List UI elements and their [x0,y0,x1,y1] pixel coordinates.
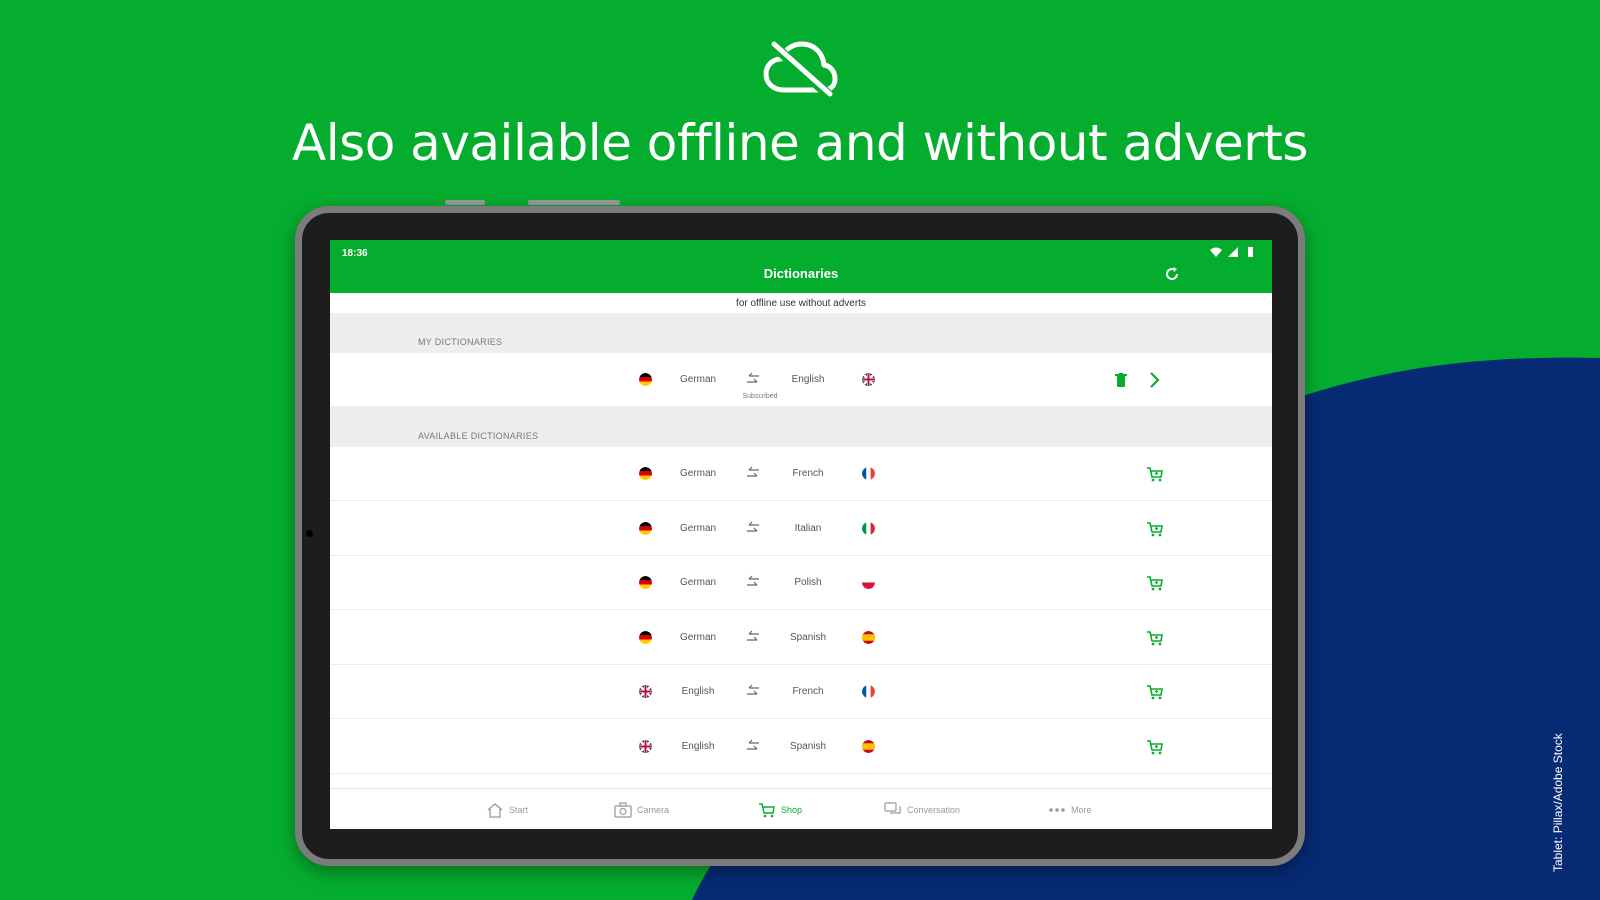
language-from: German [679,374,717,385]
flag-germany-icon [639,630,652,644]
tablet-camera [306,530,313,537]
swap-icon [747,521,759,532]
chevron-right-icon[interactable] [1146,371,1162,389]
language-from: English [681,740,715,752]
flag-france-icon [862,467,875,480]
language-to: Polish [794,577,822,588]
tablet-power-button [528,200,620,205]
flag-germany-icon [639,467,652,480]
my-dictionary-row[interactable]: German English Subscribed [330,353,1272,407]
available-dictionary-row[interactable]: English Spanish [330,720,1272,774]
swap-icon [747,630,759,641]
more-icon [1049,808,1065,812]
cloud-off-icon [763,40,838,100]
refresh-icon[interactable] [1164,266,1180,282]
flag-germany-icon [639,576,652,589]
cart-icon[interactable] [1146,465,1164,483]
flag-germany-icon [639,373,652,386]
nav-camera-label: Camera [637,805,670,815]
available-dictionary-row[interactable]: German Polish [330,556,1272,610]
nav-conversation-label: Conversation [907,805,961,815]
flag-poland-icon [862,576,875,589]
swap-icon [747,739,759,750]
flag-uk-icon [862,373,875,386]
status-icons [1210,247,1253,257]
available-dictionary-row[interactable]: English French [330,665,1272,719]
camera-icon [614,802,632,818]
flag-spain-icon [862,630,875,644]
flag-france-icon [862,685,875,698]
section-header-available-dictionaries: AVAILABLE DICTIONARIES [330,407,1272,447]
cart-icon[interactable] [1146,738,1164,756]
tablet-volume-button [445,200,485,205]
trash-icon[interactable] [1115,373,1127,387]
flag-italy-icon [862,521,875,535]
nav-conversation[interactable]: Conversation [884,801,960,819]
flag-uk-icon [639,685,652,698]
flag-germany-icon [639,521,652,535]
language-from: German [679,522,717,534]
flag-spain-icon [862,739,875,753]
nav-start-label: Start [509,805,529,815]
language-to: English [791,374,825,385]
available-dictionary-row[interactable]: German Spanish [330,611,1272,665]
subscription-note: Subscribed [742,393,778,400]
swap-icon [747,575,759,586]
language-from: German [679,577,717,588]
nav-more-label: More [1071,805,1092,815]
app-bar: 18:36 Dictionaries [330,240,1272,293]
nav-shop-label: Shop [781,805,803,815]
app-subtitle: for offline use without adverts [736,298,866,309]
language-from: German [679,631,717,643]
image-credit: Tablet: Pillax/Adobe Stock [1551,733,1565,872]
promo-headline: Also available offline and without adver… [292,114,1308,172]
nav-more[interactable]: More [1048,801,1092,819]
section-header-my-dictionaries: MY DICTIONARIES [330,313,1272,353]
language-to: French [792,686,824,697]
app-screen: 18:36 Dictionaries for offline use witho… [330,240,1272,829]
language-to: Italian [794,522,822,534]
language-from: English [681,686,715,697]
app-title: Dictionaries [763,266,839,281]
available-dictionary-row[interactable]: German Italian [330,502,1272,556]
cart-icon[interactable] [1146,683,1164,701]
status-time: 18:36 [342,248,368,259]
swap-icon [747,372,759,383]
nav-camera[interactable]: Camera [614,801,669,819]
language-to: Spanish [789,631,827,643]
cart-icon[interactable] [1146,520,1164,538]
language-to: Spanish [789,740,827,752]
cart-icon[interactable] [1146,629,1164,647]
bottom-navigation: Start Camera Shop Conversation More [330,788,1272,829]
nav-shop[interactable]: Shop [758,801,802,819]
language-from: German [679,468,717,479]
swap-icon [747,684,759,695]
cart-icon [759,803,775,818]
nav-start[interactable]: Start [486,801,528,819]
home-icon [487,803,503,818]
cart-icon[interactable] [1146,574,1164,592]
chat-icon [884,802,901,814]
flag-uk-icon [639,739,652,753]
language-to: French [792,468,824,479]
available-dictionary-row[interactable]: German French [330,447,1272,501]
swap-icon [747,466,759,477]
